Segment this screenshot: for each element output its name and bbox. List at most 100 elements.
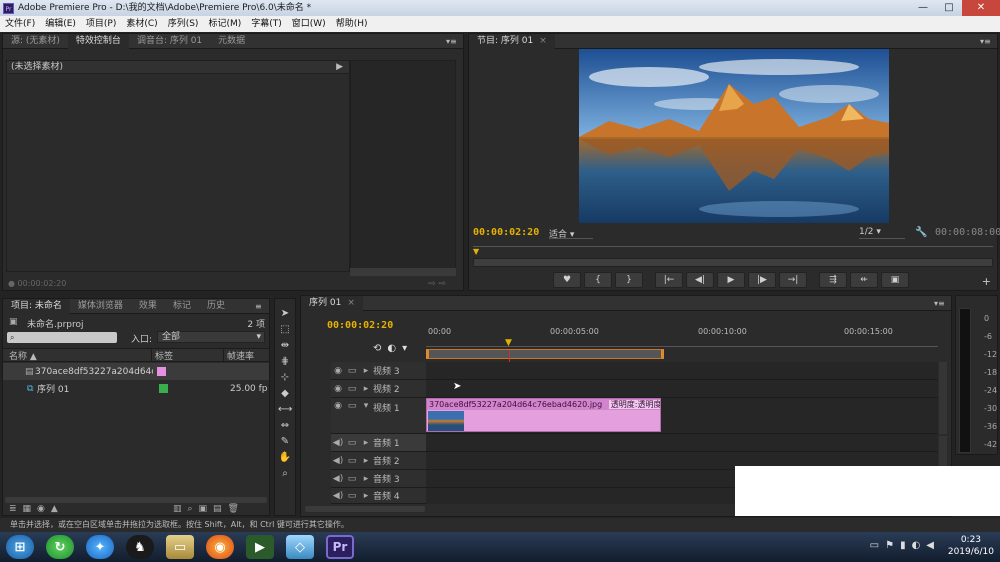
- firefox-icon[interactable]: ◉: [206, 535, 234, 559]
- panel-menu-icon[interactable]: ▾≡: [980, 37, 992, 46]
- go-to-in-button[interactable]: |←: [655, 272, 683, 288]
- file-explorer-icon[interactable]: ▭: [166, 535, 194, 559]
- tab-effects[interactable]: 效果: [131, 299, 165, 314]
- qq-icon[interactable]: ♞: [126, 535, 154, 559]
- eye-icon[interactable]: ◉: [331, 401, 345, 411]
- extract-button[interactable]: ⇷: [850, 272, 878, 288]
- tab-source[interactable]: 源: (无素材): [3, 34, 68, 49]
- speaker-icon[interactable]: ◀): [331, 474, 345, 484]
- eye-icon[interactable]: ◉: [331, 366, 345, 376]
- track-header-audio-3[interactable]: ◀) ▭ ▸ 音频 3: [331, 470, 426, 488]
- rate-stretch-tool-icon[interactable]: ⊹: [278, 371, 292, 385]
- maximize-button[interactable]: □: [936, 0, 962, 16]
- lift-button[interactable]: ⇶: [819, 272, 847, 288]
- fit-dropdown[interactable]: 适合 ▾: [549, 227, 593, 240]
- selection-tool-icon[interactable]: ➤: [278, 307, 292, 321]
- hand-tool-icon[interactable]: ✋: [278, 451, 292, 465]
- speaker-icon[interactable]: ◀): [331, 438, 345, 448]
- tab-markers[interactable]: 标记: [165, 299, 199, 314]
- work-area-bar[interactable]: [426, 349, 664, 359]
- eye-icon[interactable]: ◉: [331, 384, 345, 394]
- export-frame-icon[interactable]: ⇨ ⇨: [428, 279, 446, 289]
- tab-effect-controls[interactable]: 特效控制台: [67, 33, 129, 49]
- track-header-video-3[interactable]: ◉ ▭ ▸ 视频 3: [331, 362, 426, 380]
- tab-close-icon[interactable]: ×: [539, 36, 547, 46]
- app-window-icon[interactable]: ◇: [286, 535, 314, 559]
- lock-icon[interactable]: ▭: [345, 438, 359, 448]
- panel-menu-icon[interactable]: ▾≡: [934, 299, 946, 308]
- expand-icon[interactable]: ▸: [359, 456, 373, 466]
- premiere-taskbar-icon[interactable]: Pr: [326, 535, 354, 559]
- lock-icon[interactable]: ▭: [345, 456, 359, 466]
- go-to-out-button[interactable]: →|: [779, 272, 807, 288]
- tab-program[interactable]: 节目: 序列 01 ×: [469, 33, 555, 49]
- menu-window[interactable]: 窗口(W): [287, 16, 331, 32]
- expand-icon[interactable]: ▸: [359, 491, 373, 501]
- tab-history[interactable]: 历史: [199, 299, 233, 314]
- item-name[interactable]: 序列 01: [27, 382, 155, 395]
- play-arrow-icon[interactable]: ▶: [336, 61, 343, 73]
- lock-icon[interactable]: ▭: [345, 401, 359, 411]
- menu-project[interactable]: 项目(P): [81, 16, 121, 32]
- timeline-ruler[interactable]: 00:00 00:00:05:00 00:00:10:00 00:00:15:0…: [426, 327, 938, 347]
- lock-icon[interactable]: ▭: [345, 384, 359, 394]
- speaker-icon[interactable]: ◀): [331, 491, 345, 501]
- program-timecode[interactable]: 00:00:02:20: [473, 227, 539, 238]
- clock[interactable]: 0:23 2019/6/10: [948, 534, 994, 558]
- tab-metadata[interactable]: 元数据: [210, 34, 253, 49]
- lock-icon[interactable]: ▭: [345, 366, 359, 376]
- video-clip[interactable]: 370ace8df53227a204d64c76ebad4620.jpg 透明度…: [426, 398, 661, 432]
- export-frame-button[interactable]: ▣: [881, 272, 909, 288]
- program-time-ruler[interactable]: [473, 246, 993, 254]
- expand-icon[interactable]: ▸: [359, 366, 373, 376]
- panel-menu-icon[interactable]: ≡: [255, 302, 267, 311]
- column-name[interactable]: 名称 ▲: [3, 349, 151, 362]
- playhead-marker-icon[interactable]: ▼: [473, 247, 479, 256]
- track-header-audio-4[interactable]: ◀) ▭ ▸ 音频 4: [331, 488, 426, 504]
- razor-tool-icon[interactable]: ◆: [278, 387, 292, 401]
- tab-project[interactable]: 项目: 未命名: [3, 298, 70, 314]
- tab-audio-mixer[interactable]: 调音台: 序列 01: [129, 34, 210, 49]
- wrench-icon[interactable]: 🔧: [915, 227, 927, 238]
- menu-help[interactable]: 帮助(H): [331, 16, 373, 32]
- panel-menu-icon[interactable]: ▾≡: [446, 37, 458, 46]
- item-name[interactable]: 370ace8df53227a204d64c7: [25, 367, 153, 377]
- menu-edit[interactable]: 编辑(E): [40, 16, 81, 32]
- minimize-button[interactable]: —: [910, 0, 936, 16]
- timeline-zoom-slider[interactable]: [305, 506, 425, 512]
- project-item-row[interactable]: ⧉ 序列 01 25.00 fp: [3, 380, 269, 397]
- track-header-video-1[interactable]: ◉ ▭ ▾ 视频 1: [331, 398, 426, 434]
- add-marker-button[interactable]: ♥: [553, 272, 581, 288]
- project-action-icons[interactable]: ▥⌕▣▤🗑: [173, 504, 245, 514]
- ripple-edit-tool-icon[interactable]: ⇹: [278, 339, 292, 353]
- snap-marker-icons[interactable]: ⟲◐▾: [373, 343, 413, 354]
- video-tracks-scrollbar[interactable]: [939, 362, 947, 434]
- add-button-icon[interactable]: +: [982, 275, 991, 288]
- pen-tool-icon[interactable]: ✎: [278, 435, 292, 449]
- slide-tool-icon[interactable]: ⇔: [278, 419, 292, 433]
- start-button-icon[interactable]: ⊞: [6, 535, 34, 559]
- menu-sequence[interactable]: 序列(S): [163, 16, 204, 32]
- tab-media-browser[interactable]: 媒体浏览器: [70, 299, 131, 314]
- track-header-audio-1[interactable]: ◀) ▭ ▸ 音频 1: [331, 434, 426, 452]
- entry-dropdown[interactable]: 全部 ▾: [157, 331, 265, 343]
- slip-tool-icon[interactable]: ⟷: [278, 403, 292, 417]
- speaker-icon[interactable]: ◀): [331, 456, 345, 466]
- tab-sequence[interactable]: 序列 01 ×: [301, 295, 363, 311]
- menu-clip[interactable]: 素材(C): [121, 16, 162, 32]
- project-item-row[interactable]: ▤ 370ace8df53227a204d64c7: [3, 363, 269, 380]
- track-header-audio-2[interactable]: ◀) ▭ ▸ 音频 2: [331, 452, 426, 470]
- lock-icon[interactable]: ▭: [345, 491, 359, 501]
- project-scrollbar[interactable]: [5, 497, 267, 503]
- media-player-icon[interactable]: ▶: [246, 535, 274, 559]
- collapse-icon[interactable]: ▾: [359, 401, 373, 411]
- close-button[interactable]: ✕: [962, 0, 1000, 16]
- expand-icon[interactable]: ▸: [359, 384, 373, 394]
- mark-out-button[interactable]: }: [615, 272, 643, 288]
- refresh-app-icon[interactable]: ↻: [46, 535, 74, 559]
- tab-close-icon[interactable]: ×: [347, 298, 355, 308]
- system-tray-icons[interactable]: ▭⚑▮◐◀: [870, 540, 940, 551]
- menu-title[interactable]: 字幕(T): [246, 16, 287, 32]
- expand-icon[interactable]: ▸: [359, 438, 373, 448]
- track-header-video-2[interactable]: ◉ ▭ ▸ 视频 2: [331, 380, 426, 398]
